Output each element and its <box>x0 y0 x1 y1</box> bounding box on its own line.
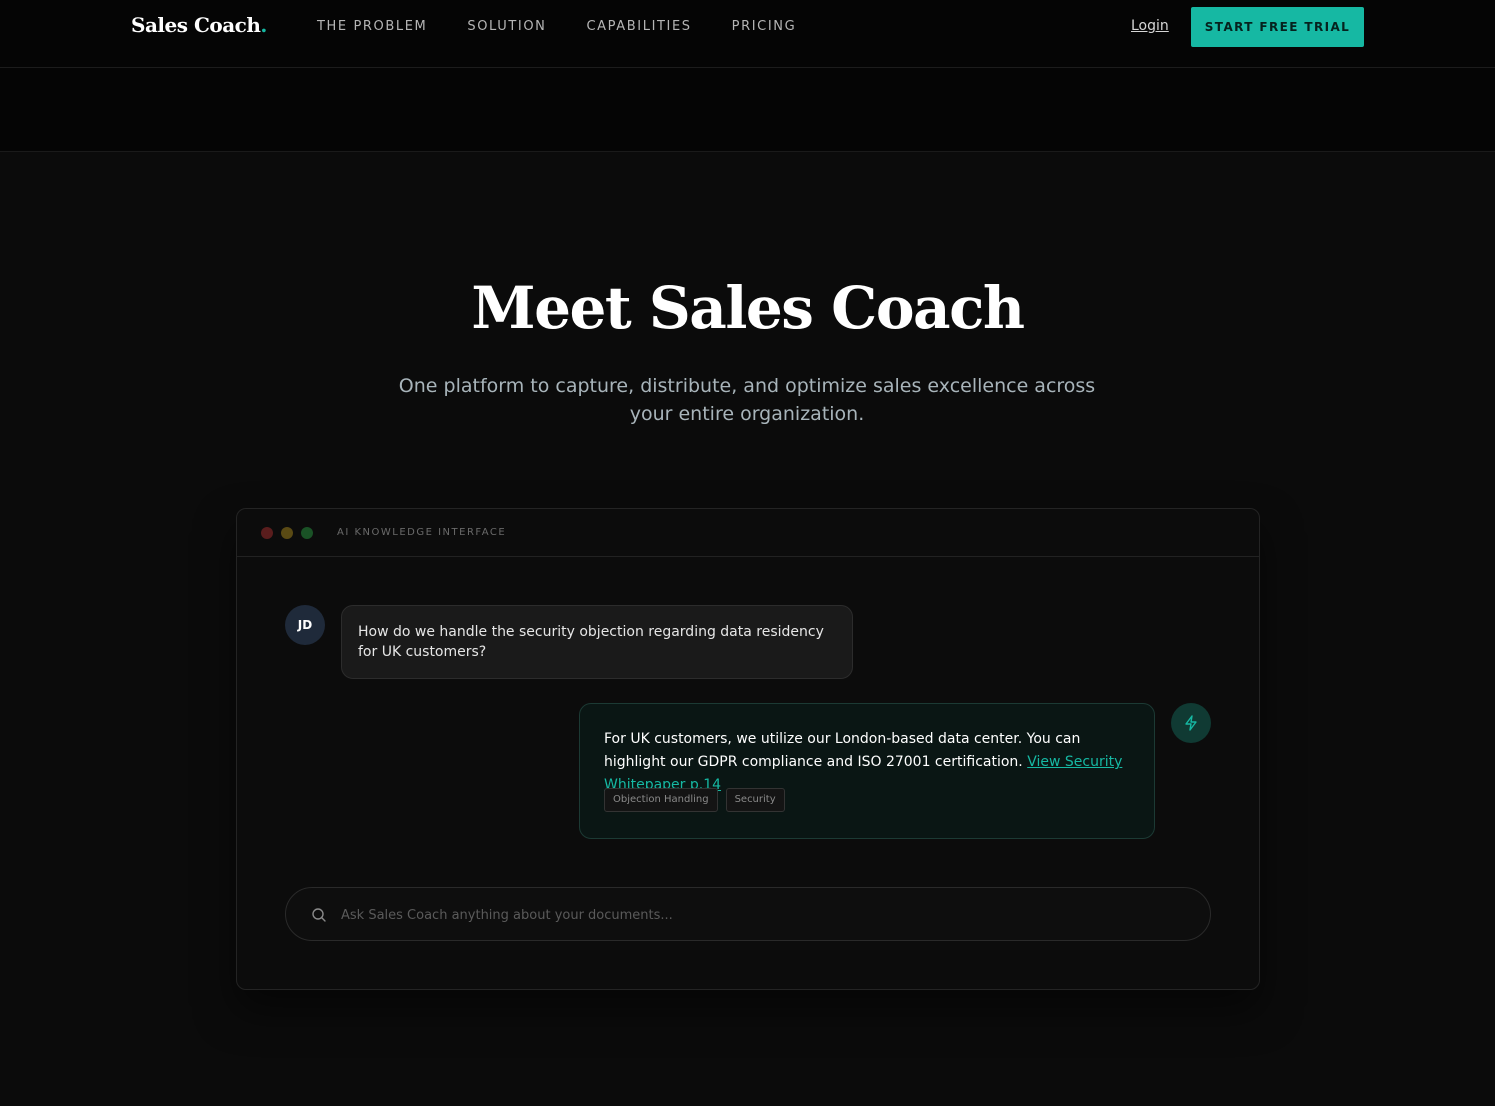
top-nav: Sales Coach. THE PROBLEM SOLUTION CAPABI… <box>0 0 1495 68</box>
hero-title: Meet Sales Coach <box>471 274 1025 342</box>
window-close-dot <box>261 527 273 539</box>
assistant-message-text: For UK customers, we utilize our London-… <box>604 731 1081 770</box>
logo-dot: . <box>260 13 267 37</box>
nav-link-capabilities[interactable]: CAPABILITIES <box>587 19 692 34</box>
window-header: AI KNOWLEDGE INTERFACE <box>237 509 1259 557</box>
user-avatar: JD <box>285 605 325 645</box>
tag-security[interactable]: Security <box>725 788 785 812</box>
logo[interactable]: Sales Coach. <box>131 13 267 37</box>
hero-subtitle: One platform to capture, distribute, and… <box>398 375 1096 425</box>
assistant-avatar <box>1171 703 1211 743</box>
window-minimize-dot <box>281 527 293 539</box>
nav-link-the-problem[interactable]: THE PROBLEM <box>317 19 427 34</box>
header-band <box>0 68 1495 152</box>
start-free-trial-button[interactable]: START FREE TRIAL <box>1191 7 1364 47</box>
logo-text: Sales Coach <box>131 13 261 37</box>
search-bar[interactable] <box>285 887 1211 941</box>
window-title: AI KNOWLEDGE INTERFACE <box>337 527 507 538</box>
search-icon <box>312 908 326 922</box>
user-message: How do we handle the security objection … <box>341 605 853 679</box>
message-tags: Objection Handling Security <box>604 788 793 812</box>
window-maximize-dot <box>301 527 313 539</box>
nav-link-solution[interactable]: SOLUTION <box>467 19 546 34</box>
tag-objection-handling[interactable]: Objection Handling <box>604 788 718 812</box>
login-link[interactable]: Login <box>1131 18 1169 34</box>
nav-links: THE PROBLEM SOLUTION CAPABILITIES PRICIN… <box>317 19 836 34</box>
bolt-icon <box>1185 715 1197 731</box>
assistant-message: For UK customers, we utilize our London-… <box>579 703 1155 839</box>
ai-knowledge-window: AI KNOWLEDGE INTERFACE JD How do we hand… <box>236 508 1260 990</box>
nav-link-pricing[interactable]: PRICING <box>732 19 797 34</box>
search-input[interactable] <box>341 902 1181 928</box>
